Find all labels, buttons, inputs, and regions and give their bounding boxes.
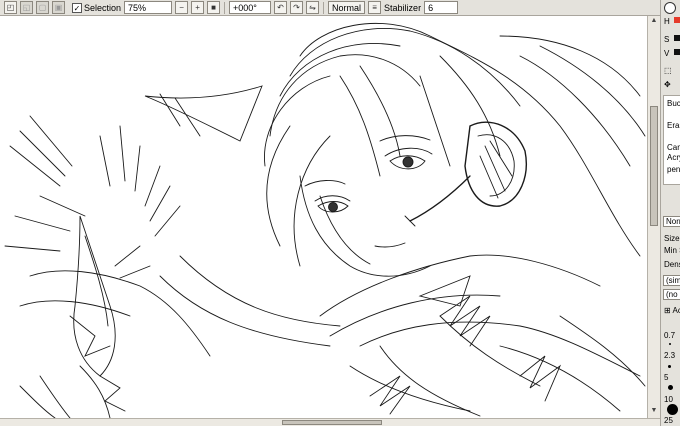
v-label: V xyxy=(664,49,670,58)
rotation-select[interactable]: +000° xyxy=(229,1,272,14)
deselect-button[interactable]: ◰ xyxy=(4,1,17,14)
rotate-left-button[interactable]: ↶ xyxy=(274,1,288,14)
hue-slider[interactable] xyxy=(674,17,680,23)
min-size-label: Min Si xyxy=(664,246,680,255)
color-wheel-icon[interactable] xyxy=(664,2,676,14)
brush-mode-select[interactable]: Norr xyxy=(663,216,680,227)
value-slider[interactable] xyxy=(674,49,680,55)
select-all-button[interactable]: ▢ xyxy=(36,1,49,14)
selection-tool-icon[interactable]: ⬚ xyxy=(664,66,672,75)
size-label: Size xyxy=(664,234,680,243)
invert-selection-button[interactable]: ◱ xyxy=(20,1,33,14)
selection-label: Selection xyxy=(84,2,122,13)
brush-size-dot-1[interactable] xyxy=(669,343,671,345)
vertical-scrollbar[interactable]: ▲ ▼ xyxy=(647,16,660,418)
brush-mode-value: Norr xyxy=(666,217,680,226)
zoom-in-button[interactable]: + xyxy=(191,1,205,14)
zoom-reset-button[interactable]: ■ xyxy=(207,1,221,14)
tool-eraser[interactable]: Erase xyxy=(667,121,680,130)
saturation-slider[interactable] xyxy=(674,35,680,41)
stabilizer-select[interactable]: 6 xyxy=(424,1,459,14)
h-label: H xyxy=(664,17,670,26)
top-toolbar: ◰ ◱ ▢ ▣ ✓ Selection 75% − + ■ +000° ↶ ↷ … xyxy=(0,0,660,16)
tool-canvas[interactable]: Canv xyxy=(667,143,680,152)
brush-shape-select[interactable]: (simp xyxy=(663,275,680,286)
selection-toggle[interactable]: ✓ Selection xyxy=(72,2,122,13)
density-label: Densi xyxy=(664,260,680,269)
stabilizer-icon: ≡ xyxy=(368,1,382,14)
brush-size-dot-3[interactable] xyxy=(668,385,673,390)
blend-mode-value: Normal xyxy=(332,2,362,13)
zoom-out-button[interactable]: − xyxy=(175,1,189,14)
zoom-select[interactable]: 75% xyxy=(124,1,173,14)
toolbar-divider xyxy=(323,1,325,14)
stabilizer-value: 6 xyxy=(428,2,434,13)
right-panel: H S V ⬚ ✥ Bucke Erase Canv Acryl pensi N… xyxy=(660,0,680,426)
move-tool-icon[interactable]: ✥ xyxy=(664,80,671,89)
horizontal-scrollbar[interactable] xyxy=(0,418,660,426)
brush-size-5[interactable]: 10 xyxy=(664,395,673,404)
advanced-plus-icon: ⊞ xyxy=(664,306,671,315)
rotate-right-button[interactable]: ↷ xyxy=(290,1,304,14)
brush-size-dot-5[interactable] xyxy=(667,404,678,415)
stabilizer-label: Stabilizer xyxy=(384,2,422,13)
brush-size-2[interactable]: 2.3 xyxy=(664,351,675,360)
tool-list: Bucke Erase Canv Acryl pensi xyxy=(663,95,680,185)
advanced-label: Ac xyxy=(672,306,680,315)
blend-mode-select[interactable]: Normal xyxy=(328,1,366,14)
vertical-scroll-thumb[interactable] xyxy=(650,106,658,226)
s-label: S xyxy=(664,35,670,44)
rotation-value: +000° xyxy=(233,2,257,13)
brush-texture-value: (no xyxy=(666,290,678,299)
advanced-settings-toggle[interactable]: ⊞ Ac xyxy=(664,306,680,315)
crop-button[interactable]: ▣ xyxy=(52,1,65,14)
tool-bucket[interactable]: Bucke xyxy=(667,99,680,108)
brush-texture-select[interactable]: (no xyxy=(663,289,680,300)
scroll-up-icon[interactable]: ▲ xyxy=(648,17,660,27)
drawing-canvas[interactable] xyxy=(0,16,647,418)
brush-shape-value: (simp xyxy=(666,276,680,285)
tool-acrylic[interactable]: Acryl xyxy=(667,153,680,162)
selection-checkbox[interactable]: ✓ xyxy=(72,2,82,13)
horizontal-scroll-thumb[interactable] xyxy=(282,420,382,425)
tool-pencil[interactable]: pensi xyxy=(667,165,680,174)
sketch-artwork xyxy=(4,23,646,418)
brush-size-dot-2[interactable] xyxy=(668,365,671,368)
brush-size-3[interactable]: 5 xyxy=(664,373,668,382)
scroll-down-icon[interactable]: ▼ xyxy=(648,407,660,417)
toolbar-divider xyxy=(224,1,226,14)
brush-size-6[interactable]: 25 xyxy=(664,416,673,425)
zoom-value: 75% xyxy=(128,2,147,13)
brush-size-0[interactable]: 0.7 xyxy=(664,331,675,340)
flip-horizontal-button[interactable]: ⇋ xyxy=(306,1,320,14)
